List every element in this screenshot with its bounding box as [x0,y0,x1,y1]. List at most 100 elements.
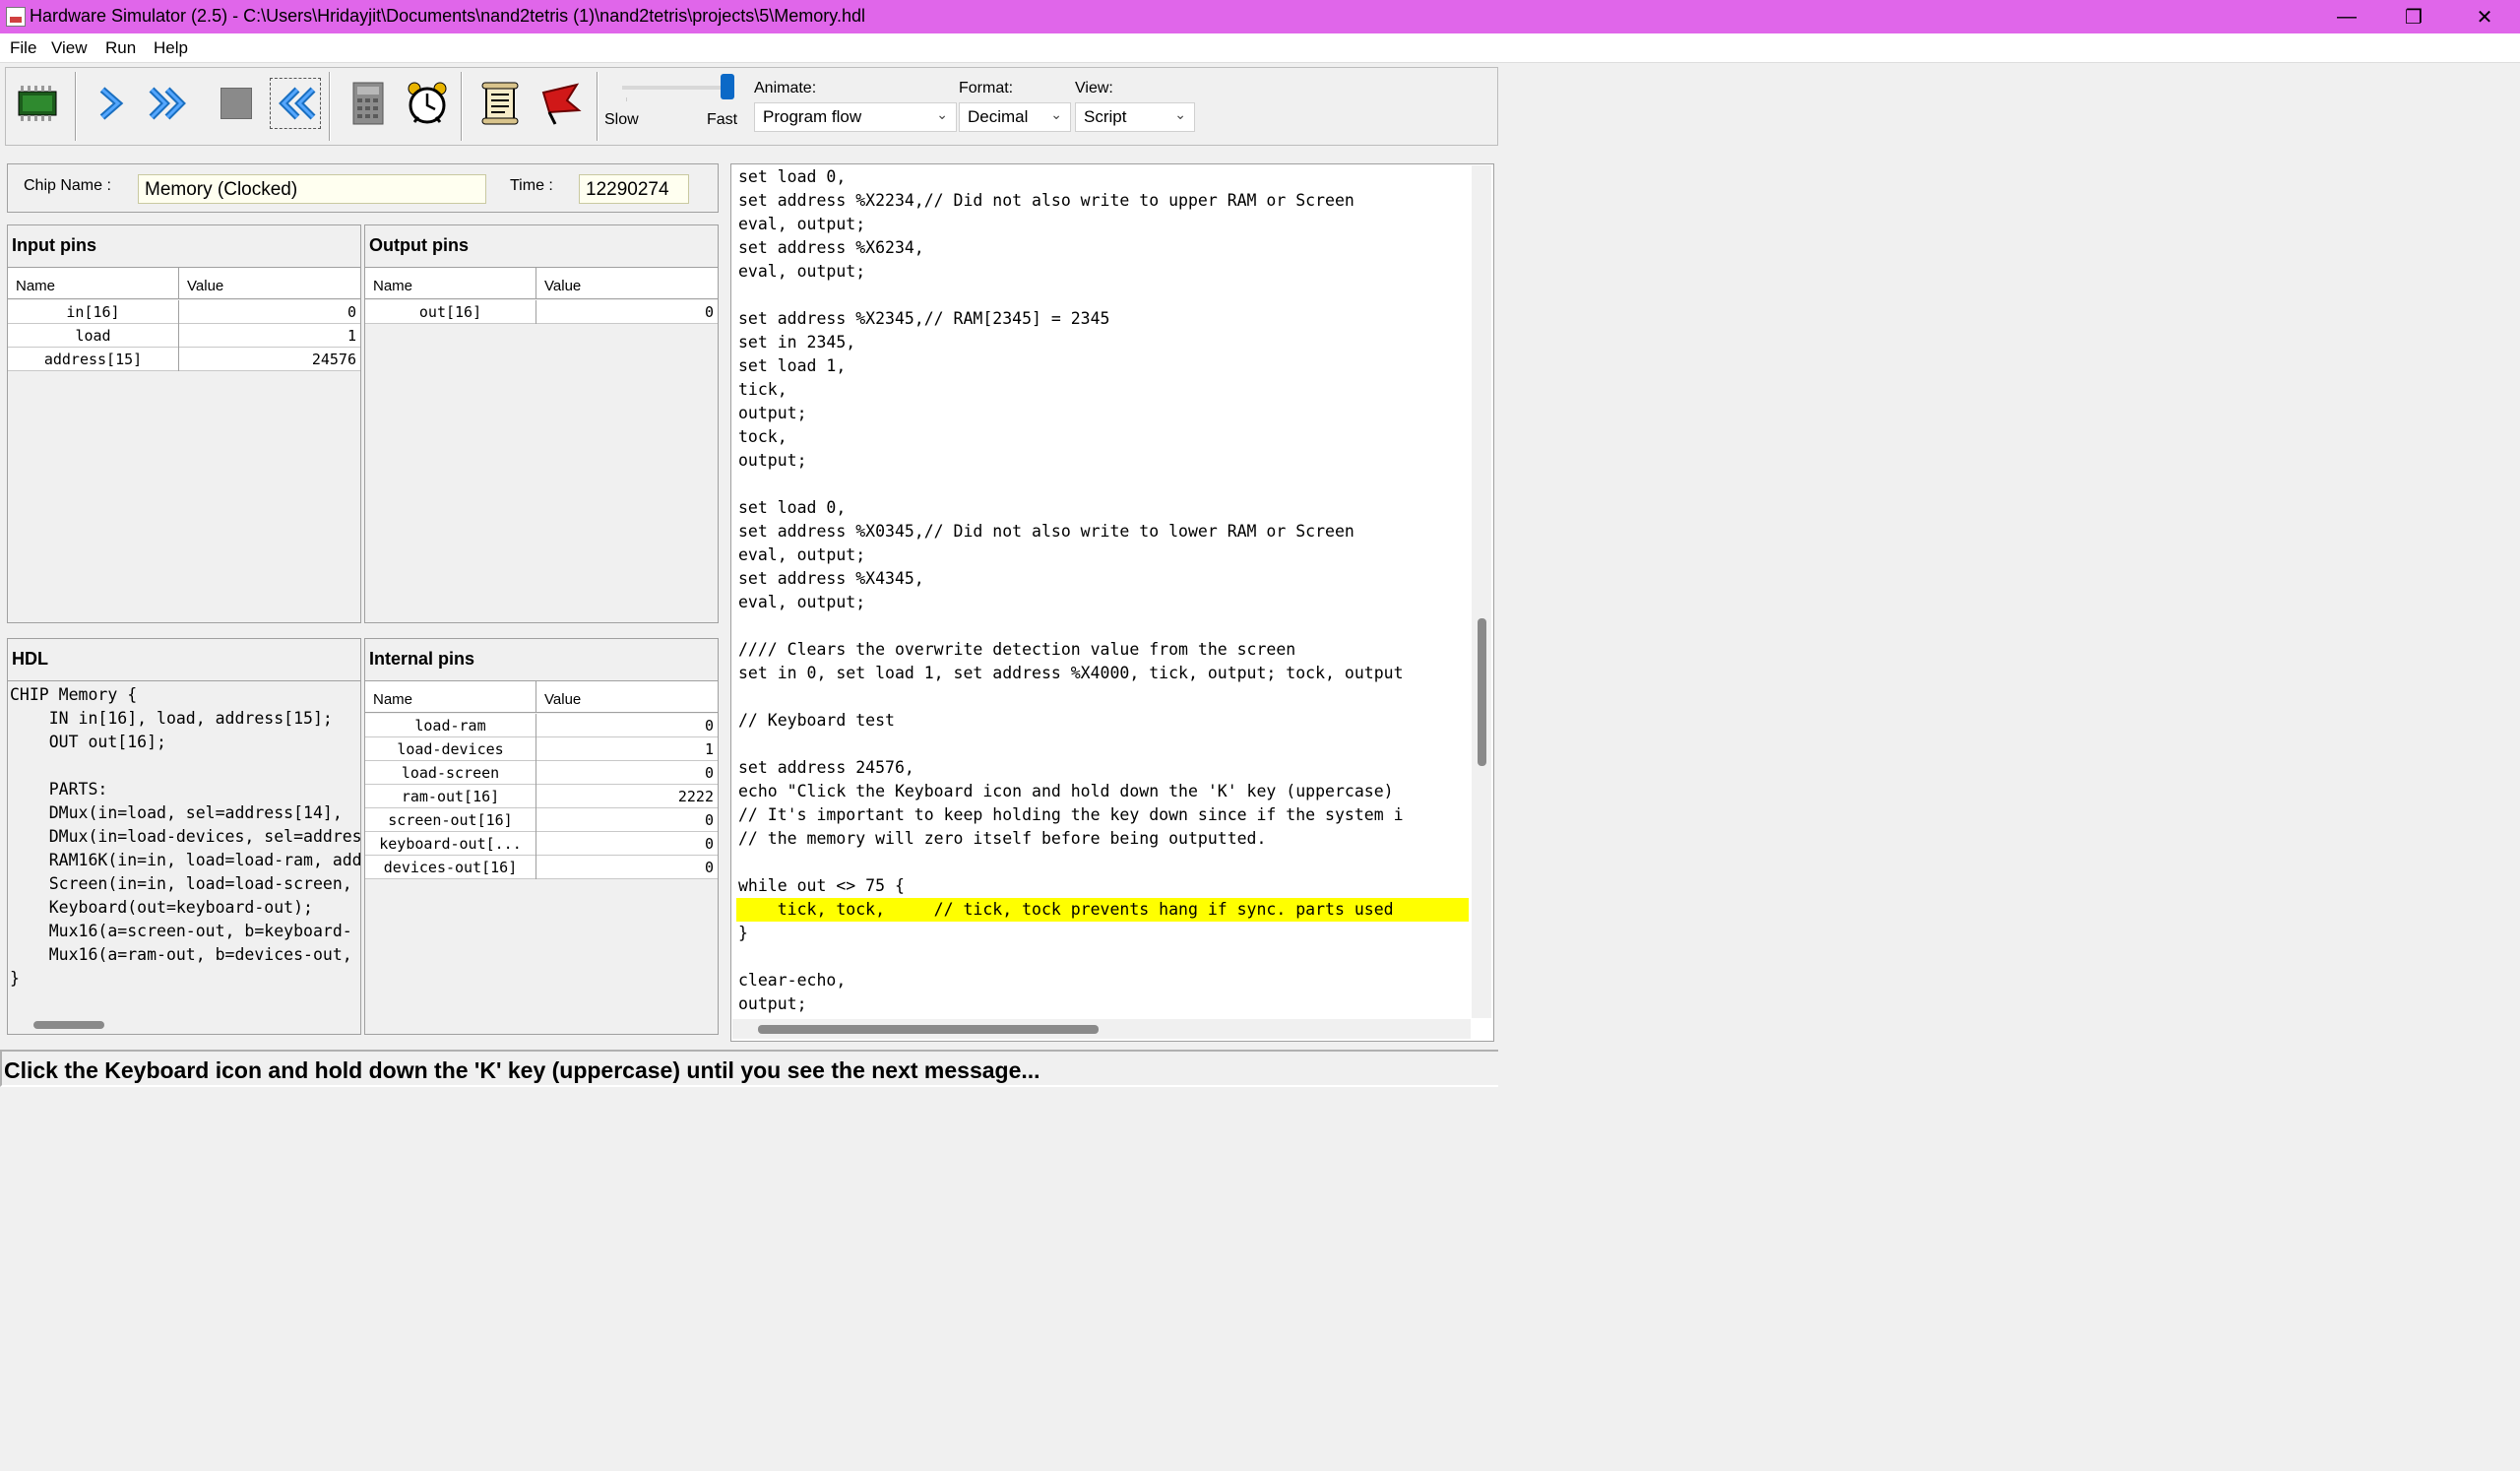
table-row[interactable]: load 1 [8,324,360,348]
minimize-button[interactable]: — [2313,0,2380,33]
pin-value[interactable]: 1 [536,740,718,758]
title-bar: Hardware Simulator (2.5) - C:\Users\Hrid… [0,0,2520,33]
script-horizontal-scrollbar[interactable] [732,1019,1471,1039]
speed-fast-label: Fast [707,111,738,128]
time-field: 12290274 [579,174,689,204]
script-line: set address %X2234,// Did not also write… [738,191,1354,210]
pin-name: out[16] [418,303,482,321]
window-title: Hardware Simulator (2.5) - C:\Users\Hrid… [30,6,865,26]
app-icon [6,7,26,27]
pin-name: in[16] [66,303,120,321]
script-line: tick, [738,380,788,399]
speed-slider-thumb[interactable] [721,74,734,99]
pin-name: screen-out[16] [388,811,513,829]
single-step-icon[interactable] [85,78,136,129]
chip-name-label: Chip Name : [24,177,111,194]
restore-button[interactable]: ❐ [2380,0,2447,33]
view-select-value: Script [1084,107,1127,126]
chip-load-icon[interactable] [12,78,63,129]
pin-value[interactable]: 0 [536,811,718,829]
hdl-line: DMux(in=load-devices, sel=address [10,827,360,846]
clock-icon[interactable] [402,78,453,129]
input-pins-table: Name Value in[16] 0 load 1 address[15] 24576 [8,267,360,622]
format-select[interactable]: Decimal ⌄ [959,102,1071,132]
hdl-line: PARTS: [10,780,108,799]
script-line: set in 2345, [738,333,856,352]
script-line: eval, output; [738,593,866,611]
script-line [736,733,1469,756]
table-row[interactable]: keyboard-out[... 0 [365,832,718,856]
view-select[interactable]: Script ⌄ [1075,102,1195,132]
pin-value[interactable]: 2222 [536,788,718,805]
toolbar-separator [597,72,598,141]
script-line [736,473,1469,496]
table-row[interactable]: ram-out[16] 2222 [365,785,718,808]
pin-name: ram-out[16] [401,788,500,805]
script-hscroll-thumb[interactable] [758,1025,1099,1034]
eval-calculator-icon[interactable] [343,78,394,129]
output-pins-table: Name Value out[16] 0 [365,267,718,622]
speed-slider-track[interactable] [622,86,730,90]
toolbar: Slow Fast Animate: Program flow ⌄ Format… [5,67,1498,146]
pin-value[interactable]: 0 [536,859,718,876]
column-header-value: Value [544,278,582,294]
table-row[interactable]: in[16] 0 [8,300,360,324]
script-vscroll-thumb[interactable] [1478,618,1486,766]
stop-icon[interactable] [211,78,262,129]
pin-value[interactable]: 0 [536,717,718,735]
hdl-line: DMux(in=load, sel=address[14], [10,803,343,822]
hdl-horizontal-scrollbar[interactable] [8,1015,360,1034]
table-row[interactable]: address[15] 24576 [8,348,360,371]
pin-value[interactable]: 24576 [179,351,360,368]
status-bar: Click the Keyboard icon and hold down th… [0,1050,1498,1087]
script-line: clear-echo, [738,971,847,990]
speed-slow-label: Slow [604,111,639,128]
menu-help[interactable]: Help [154,38,188,58]
chevron-down-icon: ⌄ [1174,106,1186,122]
script-line [736,284,1469,307]
status-message: Click the Keyboard icon and hold down th… [4,1057,1040,1083]
table-row[interactable]: out[16] 0 [365,300,718,324]
hdl-scrollbar-thumb[interactable] [33,1021,104,1029]
hdl-code-view[interactable]: CHIP Memory { IN in[16], load, address[1… [8,680,360,1005]
speed-slider-ticks [626,97,724,101]
script-line: set address %X0345,// Did not also write… [738,522,1354,541]
close-button[interactable]: ✕ [2451,0,2518,33]
rewind-icon[interactable] [270,78,321,129]
menu-file[interactable]: File [10,38,36,58]
pin-value[interactable]: 0 [536,835,718,853]
pin-name: load-screen [401,764,500,782]
column-header-name: Name [373,691,413,708]
breakpoint-flag-icon[interactable] [536,78,587,129]
fast-forward-icon[interactable] [144,78,195,129]
pin-name: address[15] [43,351,143,368]
chip-info-bar: Chip Name : Memory (Clocked) Time : 1229… [7,163,719,213]
pin-value[interactable]: 1 [179,327,360,345]
script-panel: set load 0, set address %X2234,// Did not… [730,163,1494,1042]
menu-run[interactable]: Run [105,38,136,58]
animate-select[interactable]: Program flow ⌄ [754,102,957,132]
script-icon[interactable] [474,78,526,129]
hdl-line: Mux16(a=ram-out, b=devices-out, [10,945,352,964]
table-row[interactable]: load-devices 1 [365,737,718,761]
script-line-current: tick, tock, // tick, tock prevents hang … [736,898,1469,922]
script-vertical-scrollbar[interactable] [1472,165,1491,1018]
hdl-line: RAM16K(in=in, load=load-ram, add [10,851,360,869]
pin-value[interactable]: 0 [536,303,718,321]
table-row[interactable]: load-ram 0 [365,714,718,737]
table-row[interactable]: load-screen 0 [365,761,718,785]
script-view[interactable]: set load 0, set address %X2234,// Did not… [732,165,1469,1018]
hdl-line: CHIP Memory { [10,685,138,704]
script-line: while out <> 75 { [738,876,905,895]
pin-value[interactable]: 0 [179,303,360,321]
hdl-line: } [10,969,20,988]
animate-label: Animate: [754,80,817,96]
animate-select-value: Program flow [763,107,862,126]
script-line: // It's important to keep holding the ke… [738,805,1404,824]
internal-pins-table: Name Value load-ram 0 load-devices 1 load-sc… [365,680,718,1034]
hdl-panel: HDL CHIP Memory { IN in[16], load, addre… [7,638,361,1035]
pin-value[interactable]: 0 [536,764,718,782]
menu-view[interactable]: View [51,38,88,58]
table-row[interactable]: devices-out[16] 0 [365,856,718,879]
table-row[interactable]: screen-out[16] 0 [365,808,718,832]
